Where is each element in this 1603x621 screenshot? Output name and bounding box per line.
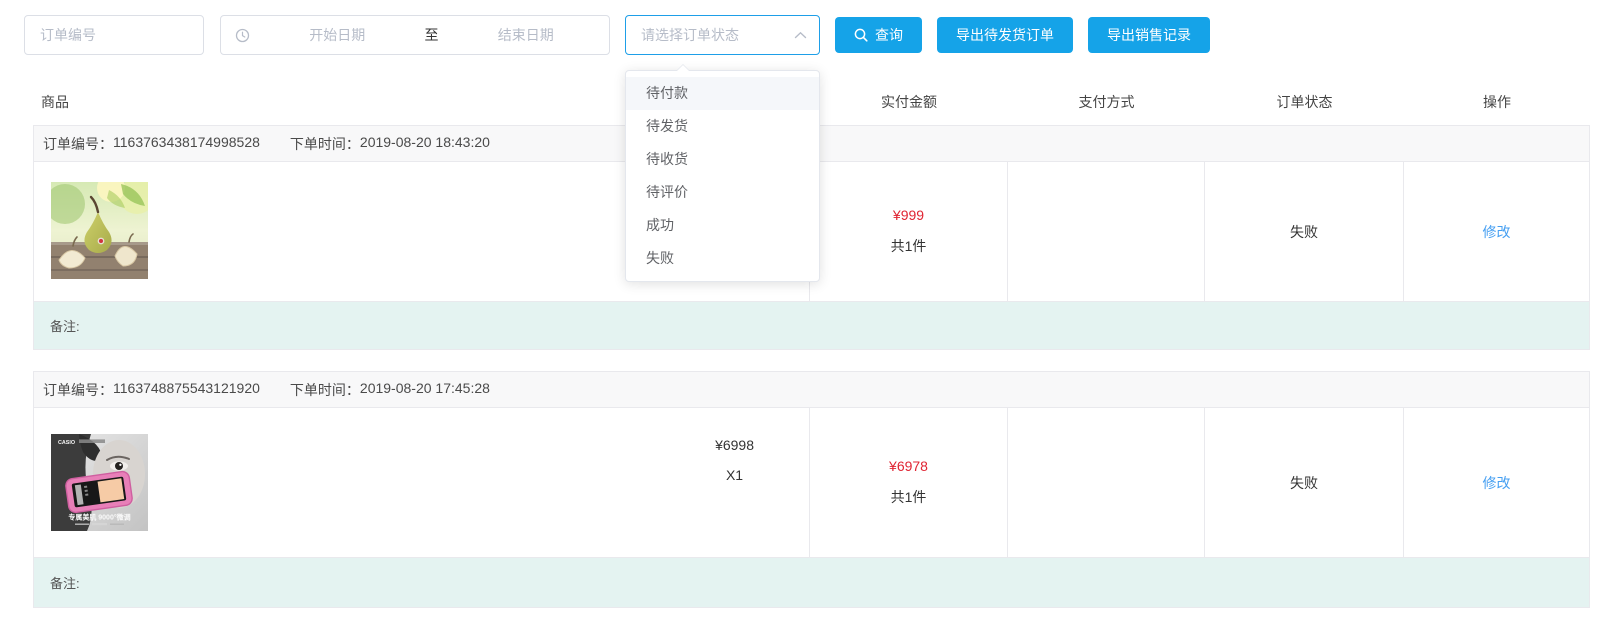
header-pay-method: 支付方式 [1008, 92, 1205, 112]
header-action: 操作 [1404, 92, 1590, 112]
pay-method-cell [1007, 162, 1204, 301]
header-order-status: 订单状态 [1205, 92, 1404, 112]
dropdown-option-pending-payment[interactable]: 待付款 [626, 77, 819, 110]
order-time-value: 2019-08-20 18:43:20 [360, 134, 490, 154]
order-no-label: 订单编号： [43, 380, 113, 400]
order-management-page: 开始日期 至 结束日期 请选择订单状态 查询 导出待发货订单 导出销售记录 [0, 0, 1603, 621]
order-status-dropdown: 待付款 待发货 待收货 待评价 成功 失败 [625, 70, 820, 282]
product-image-brand-text: CASIO [58, 440, 75, 446]
order-status: 失败 [1290, 222, 1318, 242]
modify-link[interactable]: 修改 [1483, 222, 1511, 242]
order-status: 失败 [1290, 473, 1318, 493]
product-cell: CASIO 专属美肌 9000°微调 [34, 408, 809, 557]
paid-amount-cell: ¥999 共1件 [809, 162, 1007, 301]
chevron-up-icon [794, 31, 807, 39]
order-time-label: 下单时间： [290, 380, 360, 400]
clock-icon [235, 28, 250, 43]
order-no-value: 1163763438174998528 [113, 134, 260, 154]
export-sales-records-button[interactable]: 导出销售记录 [1088, 17, 1210, 53]
product-image-caption-text: 专属美肌 9000°微调 [68, 513, 130, 522]
search-button[interactable]: 查询 [835, 17, 922, 53]
search-button-label: 查询 [875, 25, 903, 45]
search-icon [854, 28, 868, 42]
action-cell: 修改 [1403, 162, 1589, 301]
order-status-select-placeholder: 请选择订单状态 [641, 25, 739, 45]
dropdown-option-success[interactable]: 成功 [626, 209, 819, 242]
paid-count: 共1件 [891, 236, 927, 256]
start-date-placeholder: 开始日期 [254, 25, 421, 45]
modify-link[interactable]: 修改 [1483, 473, 1511, 493]
order-block: 订单编号：1163748875543121920 下单时间：2019-08-20… [33, 371, 1590, 608]
paid-amount-cell: ¥6978 共1件 [809, 408, 1007, 557]
order-no-value: 1163748875543121920 [113, 380, 260, 400]
dropdown-option-pending-receipt[interactable]: 待收货 [626, 143, 819, 176]
order-note-row: 备注: [34, 301, 1589, 349]
date-range-separator: 至 [421, 25, 443, 45]
filter-bar: 开始日期 至 结束日期 请选择订单状态 查询 导出待发货订单 导出销售记录 [24, 15, 1603, 55]
order-status-select[interactable]: 请选择订单状态 [625, 15, 820, 55]
order-note-row: 备注: [34, 557, 1589, 607]
dropdown-option-pending-review[interactable]: 待评价 [626, 176, 819, 209]
unit-price-quantity: ¥6998 X1 [715, 430, 754, 490]
order-time-label: 下单时间： [290, 134, 360, 154]
order-header: 订单编号：1163748875543121920 下单时间：2019-08-20… [34, 372, 1589, 408]
order-status-cell: 失败 [1204, 162, 1403, 301]
paid-amount: ¥6978 [889, 458, 928, 474]
export-pending-orders-button[interactable]: 导出待发货订单 [937, 17, 1073, 53]
dropdown-option-pending-shipment[interactable]: 待发货 [626, 110, 819, 143]
date-range-picker[interactable]: 开始日期 至 结束日期 [220, 15, 610, 55]
order-status-cell: 失败 [1204, 408, 1403, 557]
quantity: X1 [715, 460, 754, 490]
end-date-placeholder: 结束日期 [443, 25, 610, 45]
product-image-pear [51, 182, 148, 279]
note-label: 备注: [50, 573, 80, 592]
header-paid-amount: 实付金额 [810, 92, 1008, 112]
action-cell: 修改 [1403, 408, 1589, 557]
paid-amount: ¥999 [893, 207, 924, 223]
dropdown-arrow-fill [677, 65, 689, 71]
order-number-input[interactable] [24, 15, 204, 55]
pay-method-cell [1007, 408, 1204, 557]
unit-price: ¥6998 [715, 430, 754, 460]
note-label: 备注: [50, 316, 80, 335]
order-no-label: 订单编号： [43, 134, 113, 154]
dropdown-option-failed[interactable]: 失败 [626, 242, 819, 275]
order-time-value: 2019-08-20 17:45:28 [360, 380, 490, 400]
product-image-casio-camera: CASIO 专属美肌 9000°微调 [51, 434, 148, 531]
order-row: CASIO 专属美肌 9000°微调 [34, 408, 1589, 557]
paid-count: 共1件 [891, 487, 927, 507]
